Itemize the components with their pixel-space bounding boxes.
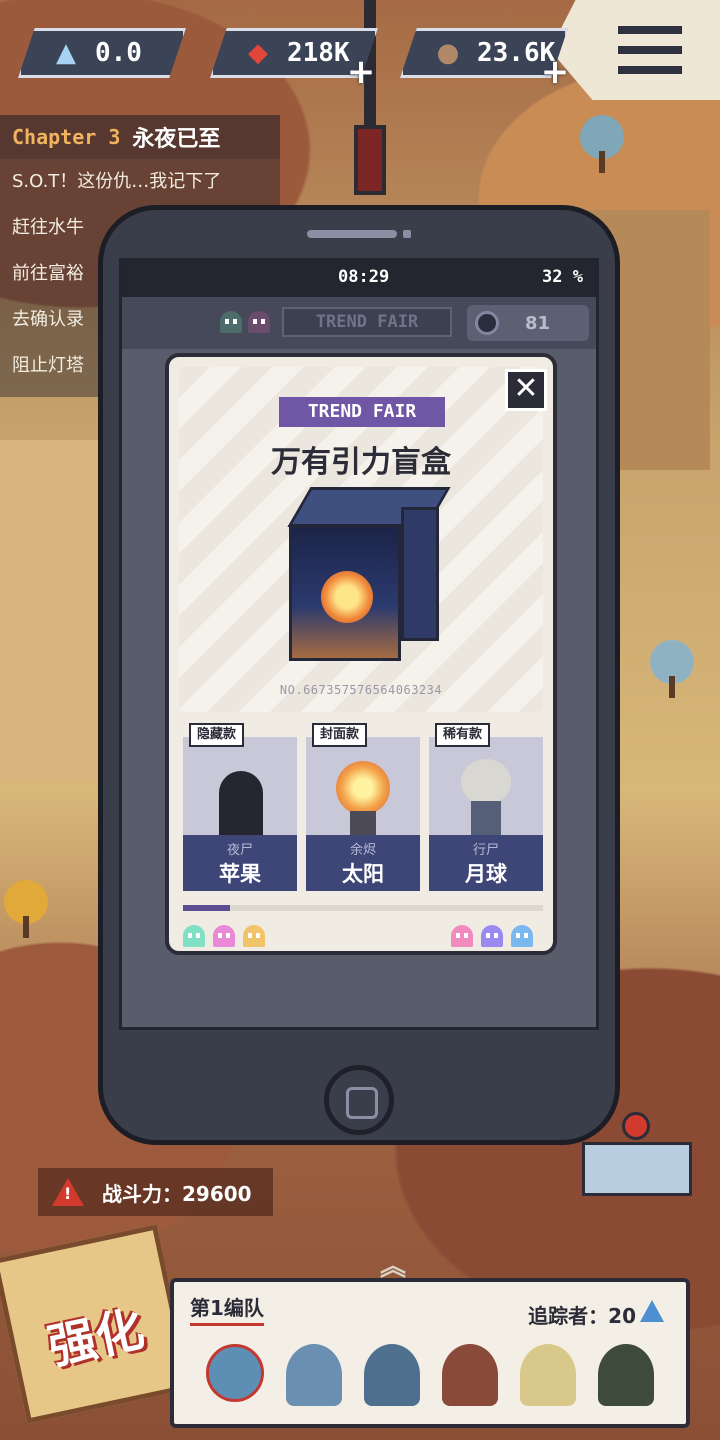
variant-name: 月球 [465,862,507,886]
combat-power: 战斗力：29600 [38,1168,273,1216]
ghost-icon [213,925,235,947]
ghost-icon [243,925,265,947]
ghost-row-right [451,925,533,947]
progress-fill [183,905,230,911]
map-button[interactable] [582,1112,692,1196]
variant-tag: 封面款 [312,723,368,747]
chapter-label: Chapter 3 [12,125,121,149]
tower-tank [354,125,386,195]
map-tree [580,115,624,173]
ghost-icon [451,925,473,947]
ghost-icon [220,311,242,333]
team-panel: 第1编队 追踪者：20 [170,1278,690,1428]
warning-icon [52,1178,84,1206]
variant-name: 太阳 [342,862,384,886]
serial-number: NO.667357576564063234 [279,683,443,697]
variant-caption: 余烬 太阳 [306,835,420,891]
moon-figure [461,759,511,839]
ghost-icon [183,925,205,947]
box-sun-figure [321,571,373,623]
gem-value: 218K [287,38,350,68]
variant-sub: 行尸 [472,843,499,858]
variant-tag: 隐藏款 [189,723,245,747]
variant-caption: 夜尸 苹果 [183,835,297,891]
map-tree [4,880,48,938]
phone-battery: 32 % [542,267,583,287]
team-member-avatar[interactable] [364,1344,420,1406]
close-button[interactable]: ✕ [505,369,547,411]
menu-icon-bar [618,66,682,74]
team-members [206,1344,654,1406]
folded-map-icon [582,1142,692,1196]
phone-status-bar: 08:29 32 % [122,261,596,297]
header-ghosts [220,311,270,333]
coin-counter: 81 [467,305,589,341]
team-member-avatar[interactable] [598,1344,654,1406]
pyramid-currency[interactable]: ▲ 0.0 [18,28,186,78]
map-tree [650,640,694,698]
variant-caption: 行尸 月球 [429,835,543,891]
phone-camera [403,230,411,238]
coin-value: 81 [525,312,551,334]
strengthen-button[interactable]: 强化 [0,1224,192,1424]
pyramid-value: 0.0 [95,38,142,68]
variant-rare[interactable]: 稀有款 行尸 月球 [429,723,543,891]
app-logo: TREND FAIR [282,307,452,337]
pyramid-icon [640,1300,664,1322]
ore-add-button[interactable]: + [540,55,570,89]
tracker-count: 追踪者：20 [528,1304,636,1328]
combat-power-label: 战斗力：29600 [102,1181,252,1206]
gem-add-button[interactable]: + [346,55,376,89]
team-member-avatar[interactable] [206,1344,264,1402]
collection-progress-bar [183,905,543,911]
chapter-header: Chapter 3 永夜已至 [0,115,280,159]
phone-speaker [307,230,397,238]
ghost-icon [248,311,270,333]
team-member-avatar[interactable] [520,1344,576,1406]
phone-time: 08:29 [338,267,390,287]
coin-icon [475,311,499,335]
blind-box-image [287,487,451,667]
menu-icon-bar [618,46,682,54]
team-member-avatar[interactable] [442,1344,498,1406]
strengthen-label: 强化 [43,1301,149,1376]
variant-art [306,737,420,841]
variant-list: 隐藏款 夜尸 苹果 封面款 余烬 太阳 稀有款 行尸 月球 [183,723,543,891]
variant-sub: 夜尸 [226,843,253,858]
silhouette-figure [219,771,263,843]
blind-box-card: ✕ TREND FAIR 万有引力盲盒 NO.66735757656406323… [165,353,557,955]
variant-hidden[interactable]: 隐藏款 夜尸 苹果 [183,723,297,891]
trend-fair-header: TREND FAIR 81 [122,297,596,349]
quest-item[interactable]: S.O.T！这份仇…我记下了 [0,159,280,205]
variant-sub: 余烬 [349,843,376,858]
variant-cover[interactable]: 封面款 余烬 太阳 [306,723,420,891]
sun-figure [336,761,390,841]
variant-tag: 稀有款 [435,723,491,747]
pyramid-icon: ▲ [56,38,76,68]
ghost-row-left [183,925,265,947]
trend-fair-badge: TREND FAIR [279,397,445,427]
box-side [401,507,439,641]
menu-icon-bar [618,26,682,34]
gem-icon: ◆ [248,38,268,68]
ghost-icon [511,925,533,947]
team-member-avatar[interactable] [286,1344,342,1406]
variant-name: 苹果 [219,862,261,886]
variant-art [183,737,297,843]
chapter-title: 永夜已至 [132,127,221,152]
ore-icon: ● [436,38,460,68]
team-name[interactable]: 第1编队 [190,1292,264,1326]
menu-button[interactable] [614,18,686,82]
variant-art [429,737,543,839]
map-pin-icon [622,1112,650,1140]
ghost-icon [481,925,503,947]
card-title: 万有引力盲盒 [271,445,451,480]
phone-home-button[interactable] [324,1065,394,1135]
